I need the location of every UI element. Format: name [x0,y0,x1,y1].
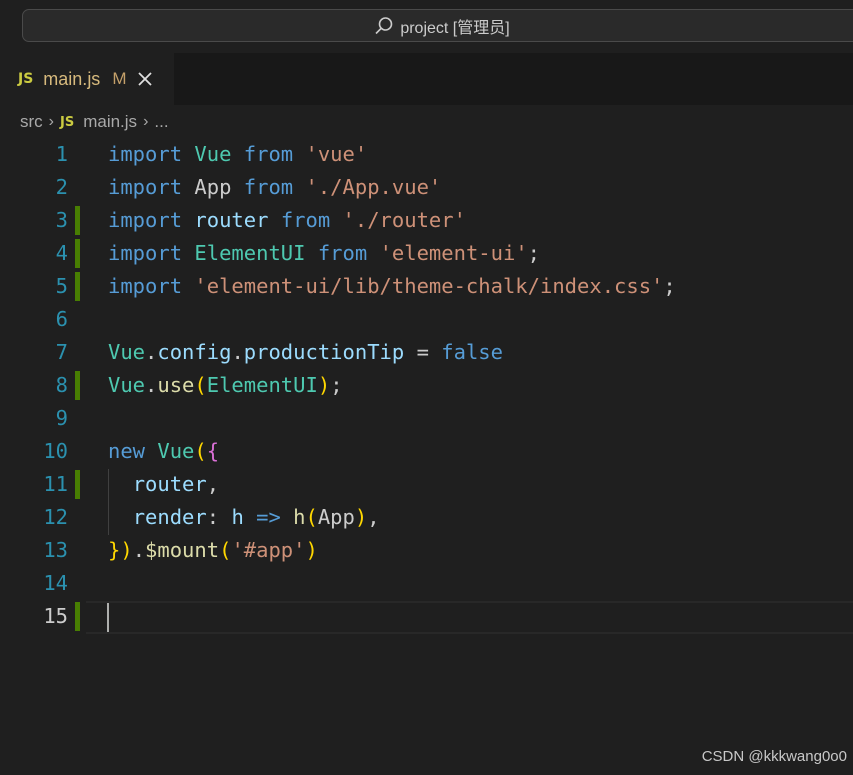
code-text: render: h => h(App), [132,505,380,529]
line-number: 12 [43,505,68,529]
code-text: import ElementUI from 'element-ui'; [108,241,541,265]
code-line[interactable]: 12 render: h => h(App), [0,501,853,534]
command-center-search[interactable]: project [管理员] [22,9,853,42]
breadcrumb-file[interactable]: main.js [83,112,137,132]
breadcrumb-more[interactable]: ... [154,112,168,132]
code-line[interactable]: 6 [0,303,853,336]
code-line[interactable]: 15 [0,600,853,633]
editor-tab-strip: JS main.js M [0,53,853,105]
tab-label: main.js [43,68,101,89]
code-text: import Vue from 'vue' [108,142,368,166]
modified-line-marker [75,272,80,301]
line-number: 11 [43,472,68,496]
modified-line-marker [75,206,80,235]
code-line[interactable]: 1 import Vue from 'vue' [0,138,853,171]
modified-line-marker [75,239,80,268]
line-number: 3 [55,208,68,232]
line-number: 9 [55,406,68,430]
text-cursor [107,603,109,632]
code-text: router, [132,472,220,496]
code-line[interactable]: 10 new Vue({ [0,435,853,468]
code-text: import 'element-ui/lib/theme-chalk/index… [108,274,676,298]
code-line[interactable]: 5 import 'element-ui/lib/theme-chalk/inde… [0,270,853,303]
code-line[interactable]: 2 import App from './App.vue' [0,171,853,204]
tab-main-js[interactable]: JS main.js M [0,53,174,105]
code-text: }).$mount('#app') [108,538,318,562]
code-line[interactable]: 8 Vue.use(ElementUI); [0,369,853,402]
code-text: import App from './App.vue' [108,175,442,199]
watermark: CSDN @kkkwang0o0 [701,748,847,765]
code-text: Vue.config.productionTip = false [108,340,503,364]
javascript-file-icon: JS [18,71,34,87]
code-line[interactable]: 13 }).$mount('#app') [0,534,853,567]
line-number: 5 [55,274,68,298]
close-icon[interactable] [138,72,153,86]
line-number: 6 [55,307,68,331]
code-text: new Vue({ [108,439,220,463]
search-icon [375,16,393,34]
line-number: 2 [55,175,68,199]
breadcrumb: src › JS main.js › ... [0,105,853,139]
title-bar: project [管理员] [0,0,853,53]
code-editor[interactable]: 1 import Vue from 'vue' 2 import App from '… [0,138,853,678]
modified-line-marker [75,371,80,400]
modified-indicator: M [112,69,127,88]
line-number: 7 [55,340,68,364]
breadcrumb-folder[interactable]: src [20,112,43,132]
line-number: 1 [55,142,68,166]
chevron-right-icon: › [48,113,54,130]
code-line[interactable]: 11 router, [0,468,853,501]
code-line[interactable]: 7 Vue.config.productionTip = false [0,336,853,369]
line-number: 14 [43,571,68,595]
code-text: import router from './router' [108,208,466,232]
line-number: 13 [43,538,68,562]
modified-line-marker [75,602,80,631]
line-number: 8 [55,373,68,397]
window-title: project [管理员] [400,19,510,37]
code-line[interactable]: 9 [0,402,853,435]
javascript-file-icon: JS [60,114,75,130]
code-text: Vue.use(ElementUI); [108,373,343,397]
code-line[interactable]: 3 import router from './router' [0,204,853,237]
chevron-right-icon: › [143,113,149,130]
line-number: 4 [55,241,68,265]
line-number: 10 [43,439,68,463]
code-line[interactable]: 4 import ElementUI from 'element-ui'; [0,237,853,270]
modified-line-marker [75,470,80,499]
code-line[interactable]: 14 [0,567,853,600]
line-number: 15 [43,604,68,628]
